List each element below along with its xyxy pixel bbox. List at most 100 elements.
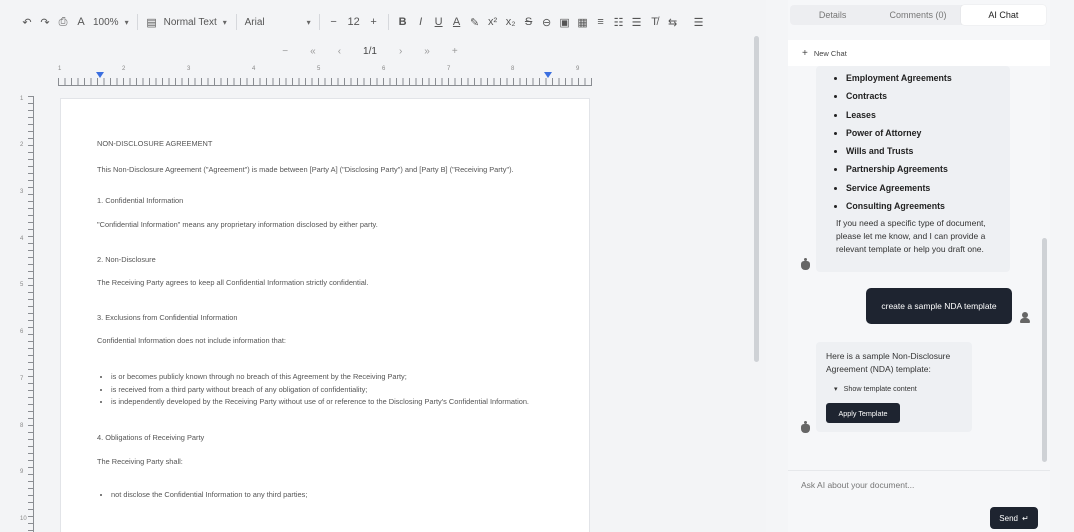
chevron-down-icon: ▾ <box>222 17 227 27</box>
numbered-list-icon[interactable]: ☷ <box>610 11 628 33</box>
ruler-number: 5 <box>317 66 321 72</box>
toolbar-divider <box>387 14 389 30</box>
subscript-button[interactable]: x₂ <box>502 11 520 33</box>
toolbar-divider <box>136 14 138 30</box>
chevron-down-icon: ▾ <box>124 17 129 27</box>
user-avatar-icon <box>1020 312 1030 324</box>
superscript-button[interactable]: x² <box>484 11 502 33</box>
ruler-number: 4 <box>252 66 256 72</box>
assistant-text: If you need a specific type of document,… <box>836 218 986 255</box>
show-template-toggle[interactable]: ▾ Show template content <box>834 382 962 395</box>
list-item: Power of Attorney <box>846 124 1000 142</box>
app: ↶ ↷ ⎙ A 100% ▾ ▤ Normal Text ▾ Arial ▾ −… <box>0 0 1074 532</box>
chat-input[interactable] <box>801 478 1031 492</box>
decrease-font-button[interactable]: − <box>325 11 343 33</box>
list-item: Consulting Agreements <box>846 197 1000 215</box>
last-page-button[interactable]: » <box>424 46 430 57</box>
chat-composer: Send ↵ <box>788 470 1050 532</box>
assistant-message: Here is a sample Non-Disclosure Agreemen… <box>816 342 972 432</box>
clear-format-icon[interactable]: T̸ <box>646 11 664 33</box>
font-value: Arial <box>244 16 265 28</box>
left-indent-marker[interactable] <box>96 72 104 78</box>
side-panel: Details Comments (0) AI Chat + New Chat … <box>788 0 1050 532</box>
list-item: Contracts <box>846 87 1000 105</box>
minus-page-button[interactable]: − <box>282 46 288 57</box>
section-heading: 2. Non-Disclosure <box>97 254 156 264</box>
ruler-number: 4 <box>20 236 24 242</box>
bold-button[interactable]: B <box>394 11 412 33</box>
document-content[interactable]: NON-DISCLOSURE AGREEMENT This Non-Disclo… <box>97 139 547 503</box>
exclusions-list: is or becomes publicly known through no … <box>97 372 547 407</box>
prev-page-button[interactable]: ‹ <box>338 46 341 57</box>
show-template-label: Show template content <box>843 384 917 393</box>
editor-scrollbar[interactable] <box>754 36 759 362</box>
ruler-number: 3 <box>187 66 191 72</box>
list-item: Leases <box>846 106 1000 124</box>
ruler-number: 9 <box>576 66 580 72</box>
list-item: Service Agreements <box>846 179 1000 197</box>
document-icon[interactable]: ▤ <box>143 11 161 33</box>
text-direction-icon[interactable]: ⇆ <box>664 11 682 33</box>
highlight-icon[interactable]: ✎ <box>466 11 484 33</box>
spellcheck-icon[interactable]: A <box>72 11 90 33</box>
ruler-number: 7 <box>447 66 451 72</box>
style-value: Normal Text <box>163 16 217 28</box>
list-item: not disclose the Confidential Informatio… <box>111 490 547 500</box>
zoom-select[interactable]: 100% ▾ <box>90 11 132 33</box>
enter-icon: ↵ <box>1021 513 1029 523</box>
next-page-button[interactable]: › <box>399 46 402 57</box>
section-body: Confidential Information does not includ… <box>97 336 286 346</box>
section-body: The Receiving Party shall: <box>97 456 183 466</box>
zoom-value: 100% <box>93 16 119 28</box>
new-chat-button[interactable]: + New Chat <box>788 40 1050 66</box>
right-indent-marker[interactable] <box>544 72 552 78</box>
ruler-number: 2 <box>122 66 126 72</box>
more-menu-icon[interactable]: ☰ <box>690 11 708 33</box>
italic-button[interactable]: I <box>412 11 430 33</box>
tab-ai-chat[interactable]: AI Chat <box>960 5 1046 25</box>
table-icon[interactable]: ▦ <box>574 11 592 33</box>
tab-details[interactable]: Details <box>790 5 875 25</box>
ruler-number: 9 <box>20 469 24 475</box>
print-icon[interactable]: ⎙ <box>54 11 72 33</box>
align-icon[interactable]: ≡ <box>592 11 610 33</box>
font-select[interactable]: Arial ▾ <box>242 11 314 33</box>
undo-icon[interactable]: ↶ <box>18 11 36 33</box>
underline-button[interactable]: U <box>430 11 448 33</box>
link-icon[interactable]: ⊖ <box>538 11 556 33</box>
image-icon[interactable]: ▣ <box>556 11 574 33</box>
section-heading: 1. Confidential Information <box>97 196 184 206</box>
apply-template-button[interactable]: Apply Template <box>826 403 900 423</box>
redo-icon[interactable]: ↷ <box>36 11 54 33</box>
add-page-button[interactable]: + <box>452 46 458 57</box>
doc-intro: This Non-Disclosure Agreement ("Agreemen… <box>97 164 514 174</box>
new-chat-label: New Chat <box>813 48 847 58</box>
ruler-number: 8 <box>20 423 24 429</box>
assistant-message: Employment Agreements Contracts Leases P… <box>816 66 1010 272</box>
first-page-button[interactable]: « <box>310 46 316 57</box>
ruler-numbers: 1 2 3 4 5 6 7 8 9 <box>58 66 592 76</box>
font-size-value[interactable]: 12 <box>343 11 365 33</box>
obligations-list: not disclose the Confidential Informatio… <box>97 490 547 500</box>
increase-font-button[interactable]: + <box>365 11 383 33</box>
list-item: is independently developed by the Receiv… <box>111 397 547 407</box>
style-select[interactable]: Normal Text ▾ <box>161 11 231 33</box>
section-heading: 3. Exclusions from Confidential Informat… <box>97 312 238 322</box>
chevron-down-icon: ▾ <box>834 384 838 393</box>
assistant-text: Here is a sample Non-Disclosure Agreemen… <box>826 351 951 374</box>
send-label: Send <box>999 513 1018 523</box>
tab-comments[interactable]: Comments (0) <box>875 5 960 25</box>
send-button[interactable]: Send ↵ <box>990 507 1038 529</box>
section-body: "Confidential Information" means any pro… <box>97 219 378 229</box>
bulleted-list-icon[interactable]: ☰ <box>628 11 646 33</box>
ruler-number: 1 <box>58 66 62 72</box>
ruler-number: 3 <box>20 189 24 195</box>
strikethrough-button[interactable]: S <box>520 11 538 33</box>
plus-icon: + <box>802 47 808 59</box>
doc-title: NON-DISCLOSURE AGREEMENT <box>97 139 213 148</box>
chevron-down-icon: ▾ <box>306 17 311 27</box>
list-item: Wills and Trusts <box>846 142 1000 160</box>
document-page[interactable]: NON-DISCLOSURE AGREEMENT This Non-Disclo… <box>60 98 590 532</box>
text-color-button[interactable]: A <box>448 11 466 33</box>
chat-scrollbar[interactable] <box>1042 238 1047 462</box>
